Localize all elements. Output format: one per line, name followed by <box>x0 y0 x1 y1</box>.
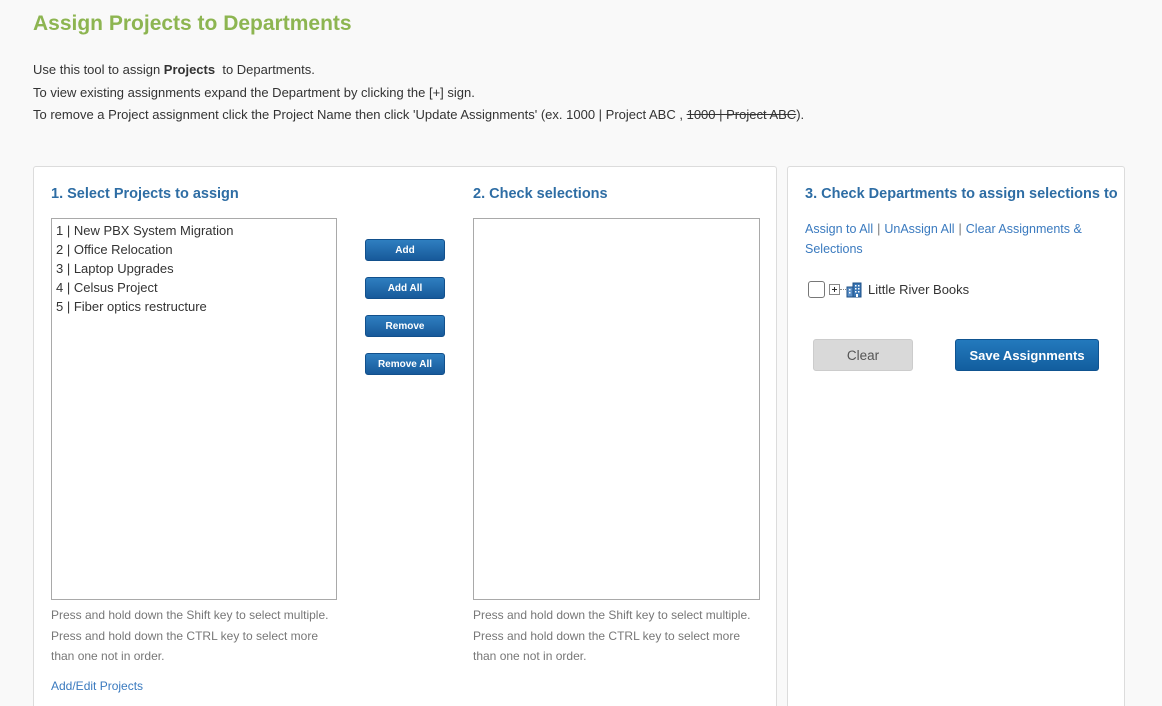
project-option[interactable]: 3 | Laptop Upgrades <box>56 259 332 278</box>
intro-bold-projects: Projects <box>163 62 216 77</box>
project-option[interactable]: 5 | Fiber optics restructure <box>56 297 332 316</box>
clear-button[interactable]: Clear <box>813 339 913 371</box>
projects-panel: 1. Select Projects to assign 1 | New PBX… <box>33 166 777 706</box>
unassign-all-link[interactable]: UnAssign All <box>884 222 954 236</box>
assignment-links: Assign to All | UnAssign All | Clear Assignm… <box>805 222 1082 256</box>
project-option[interactable]: 2 | Office Relocation <box>56 240 332 259</box>
remove-button[interactable]: Remove <box>365 315 445 337</box>
step2-hint: Press and hold down the Shift key to sel… <box>473 608 751 663</box>
intro-line-2: To view existing assignments expand the … <box>33 84 475 100</box>
save-assignments-button[interactable]: Save Assignments <box>955 339 1099 371</box>
remove-all-button[interactable]: Remove All <box>365 353 445 375</box>
project-option[interactable]: 1 | New PBX System Migration <box>56 221 332 240</box>
intro-line-1: Use this tool to assign Projects to Depa… <box>33 62 315 77</box>
department-checkbox[interactable] <box>808 281 825 298</box>
step1-title: 1. Select Projects to assign <box>51 186 239 202</box>
strikethrough-example: 1000 | Project ABC <box>686 107 797 122</box>
add-edit-projects-link[interactable]: Add/Edit Projects <box>51 679 143 693</box>
step3-title: 3. Check Departments to assign selection… <box>805 186 1118 202</box>
department-tree-node: Little River Books <box>808 281 969 298</box>
step1-hint: Press and hold down the Shift key to sel… <box>51 608 329 663</box>
departments-panel: 3. Check Departments to assign selection… <box>787 166 1125 706</box>
add-all-button[interactable]: Add All <box>365 277 445 299</box>
intro-line-3: To remove a Project assignment click the… <box>33 107 805 122</box>
selected-projects-listbox[interactable] <box>473 218 760 600</box>
assign-to-all-link[interactable]: Assign to All <box>805 222 873 236</box>
department-label[interactable]: Little River Books <box>868 282 969 297</box>
projects-listbox[interactable]: 1 | New PBX System Migration 2 | Office … <box>51 218 337 600</box>
page-title: Assign Projects to Departments <box>33 12 352 35</box>
expand-plus-icon[interactable] <box>829 284 840 295</box>
step2-title: 2. Check selections <box>473 186 608 202</box>
project-option[interactable]: 4 | Celsus Project <box>56 278 332 297</box>
building-icon <box>846 282 862 298</box>
add-button[interactable]: Add <box>365 239 445 261</box>
intro-text: Use this tool to assign Projects to Depa… <box>33 59 804 127</box>
